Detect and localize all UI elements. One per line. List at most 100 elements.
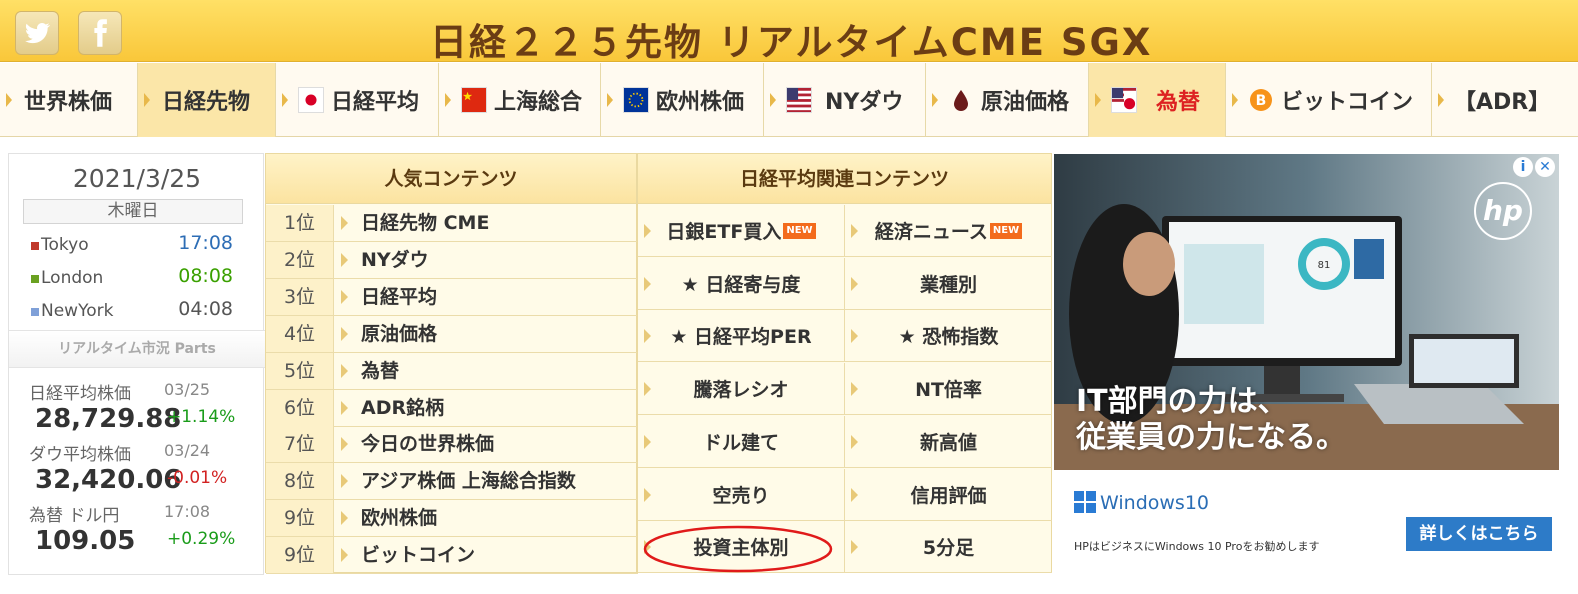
- related-link[interactable]: ★ 日経寄与度: [638, 257, 845, 310]
- quote-change: +1.14%: [167, 407, 236, 427]
- related-link[interactable]: 新高値: [845, 416, 1052, 468]
- related-label: 信用評価: [910, 484, 987, 507]
- popular-link[interactable]: ADR銘柄: [361, 390, 444, 426]
- related-label: 経済ニュース: [874, 221, 988, 243]
- popular-row[interactable]: 9位 欧州株価: [266, 500, 638, 538]
- time-tokyo: 17:08: [178, 232, 233, 254]
- bitcoin-icon: B: [1248, 87, 1274, 113]
- related-link[interactable]: ★ 恐怖指数: [845, 310, 1052, 363]
- arrow-icon: [644, 224, 651, 238]
- popular-content-table: 人気コンテンツ 1位 日経先物 CME 2位 NYダウ 3位 日経平均 4位 原油価格 5位 為替…: [265, 153, 638, 575]
- popular-link[interactable]: アジア株価 上海総合指数: [361, 463, 576, 499]
- city-newyork: NewYork: [31, 301, 113, 321]
- new-badge: NEW: [783, 222, 816, 239]
- related-link[interactable]: 業種別: [845, 258, 1052, 310]
- ad-info-icon[interactable]: i: [1513, 157, 1533, 177]
- popular-row[interactable]: 9位 ビットコイン: [266, 537, 638, 575]
- related-link[interactable]: 信用評価: [845, 469, 1052, 521]
- square-icon: [31, 308, 39, 316]
- rank-label: 9位: [266, 537, 334, 574]
- popular-row[interactable]: 6位 ADR銘柄: [266, 389, 638, 427]
- popular-row[interactable]: 4位 原油価格: [266, 315, 638, 353]
- nav-nikkei-average[interactable]: 日経平均: [276, 63, 439, 137]
- windows-logo-icon: [1074, 491, 1096, 513]
- rank-label: 1位: [266, 205, 334, 241]
- current-date: 2021/3/25: [72, 164, 202, 193]
- quote-label: 日経平均株価: [29, 384, 131, 404]
- nav-bitcoin[interactable]: B ビットコイン: [1226, 63, 1432, 137]
- weekday: 木曜日: [23, 199, 243, 224]
- nav-oil[interactable]: 原油価格: [926, 63, 1089, 137]
- arrow-icon: [644, 329, 651, 344]
- popular-link[interactable]: 欧州株価: [361, 500, 437, 536]
- nav-nikkei-futures[interactable]: 日経先物: [138, 63, 276, 137]
- facebook-icon[interactable]: [78, 11, 122, 55]
- ad-copy-line: IT部門の力は、: [1076, 384, 1288, 419]
- related-link[interactable]: 経済ニュース NEW: [845, 205, 1052, 257]
- nav-ny-dow[interactable]: NYダウ: [764, 63, 926, 137]
- quote-change: -0.01%: [167, 468, 228, 488]
- arrow-icon: [851, 224, 858, 238]
- nav-forex[interactable]: 為替: [1089, 63, 1226, 137]
- nav-europe[interactable]: 欧州株価: [601, 63, 764, 137]
- arrow-icon: [341, 216, 348, 230]
- popular-row[interactable]: 3位 日経平均: [266, 278, 638, 316]
- nav-adr[interactable]: 【ADR】: [1432, 63, 1566, 137]
- related-link[interactable]: NT倍率: [845, 363, 1052, 416]
- ad-disclaimer: HPはビジネスにWindows 10 Proをお勧めします: [1074, 540, 1320, 553]
- arrow-icon: [341, 548, 348, 563]
- arrow-icon: [341, 474, 348, 489]
- arrow-icon: [644, 382, 651, 397]
- nav-world-stocks[interactable]: 世界株価: [0, 63, 138, 137]
- rank-label: 2位: [266, 241, 334, 278]
- popular-link[interactable]: NYダウ: [361, 242, 429, 278]
- related-label: 空売り: [712, 484, 770, 507]
- quote-date: 17:08: [164, 502, 211, 521]
- advertisement[interactable]: 81 IT部門の力は、 従業員の力になる。 hp i ✕ Windows10 HP…: [1054, 154, 1559, 572]
- ad-cta-button[interactable]: 詳しくはこちら: [1406, 517, 1552, 551]
- ad-close-icon[interactable]: ✕: [1535, 157, 1555, 177]
- popular-row[interactable]: 2位 NYダウ: [266, 241, 638, 279]
- quote-label: ダウ平均株価: [29, 445, 131, 465]
- popular-row[interactable]: 8位 アジア株価 上海総合指数: [266, 463, 638, 501]
- city-london: London: [31, 268, 103, 288]
- oil-drop-icon: [948, 87, 974, 113]
- popular-link[interactable]: 為替: [361, 353, 399, 389]
- arrow-icon: [341, 326, 348, 341]
- twitter-icon[interactable]: [15, 11, 59, 55]
- popular-row[interactable]: 5位 為替: [266, 352, 638, 390]
- popular-link[interactable]: ビットコイン: [361, 537, 475, 573]
- quote-change: +0.29%: [167, 529, 236, 549]
- hp-logo-icon: hp: [1474, 182, 1532, 240]
- popular-link[interactable]: 今日の世界株価: [361, 426, 494, 462]
- related-link[interactable]: 日銀ETF買入 NEW: [638, 205, 845, 257]
- related-link[interactable]: 5分足: [845, 521, 1052, 574]
- related-header: 日経平均関連コンテンツ: [638, 154, 1051, 204]
- nav-label: 欧州株価: [656, 90, 745, 115]
- related-label: ★ 日経平均PER: [670, 326, 812, 349]
- market-clock-panel: 2021/3/25 木曜日 Tokyo 17:08 London 08:08 N…: [8, 153, 265, 575]
- popular-link[interactable]: 原油価格: [361, 316, 437, 352]
- parts-title[interactable]: リアルタイム市況 Parts: [9, 330, 265, 368]
- related-label: ★ 日経寄与度: [681, 273, 801, 296]
- popular-row[interactable]: 1位 日経先物 CME: [266, 205, 638, 242]
- related-link[interactable]: 騰落レシオ: [638, 363, 845, 416]
- windows-label: Windows10: [1100, 492, 1209, 514]
- related-link[interactable]: ★ 日経平均PER: [638, 310, 845, 363]
- popular-link[interactable]: 日経平均: [361, 279, 437, 315]
- related-link[interactable]: ドル建て: [638, 415, 845, 468]
- nav-label: 上海総合: [494, 90, 583, 115]
- us-jp-flag-icon: [1111, 87, 1137, 113]
- popular-link[interactable]: 日経先物 CME: [361, 205, 489, 241]
- ad-chart-value: 81: [1318, 260, 1331, 271]
- rank-label: 4位: [266, 315, 334, 352]
- time-london: 08:08: [178, 265, 233, 287]
- nav-shanghai[interactable]: 上海総合: [439, 63, 601, 137]
- related-link[interactable]: 空売り: [638, 468, 845, 521]
- quote-label: 為替 ドル円: [29, 506, 120, 526]
- arrow-icon: [341, 289, 348, 304]
- quote-value: 32,420.06: [35, 465, 182, 495]
- popular-row[interactable]: 7位 今日の世界株価: [266, 426, 638, 464]
- quote-value: 28,729.88: [35, 404, 182, 434]
- usa-flag-icon: [786, 87, 812, 113]
